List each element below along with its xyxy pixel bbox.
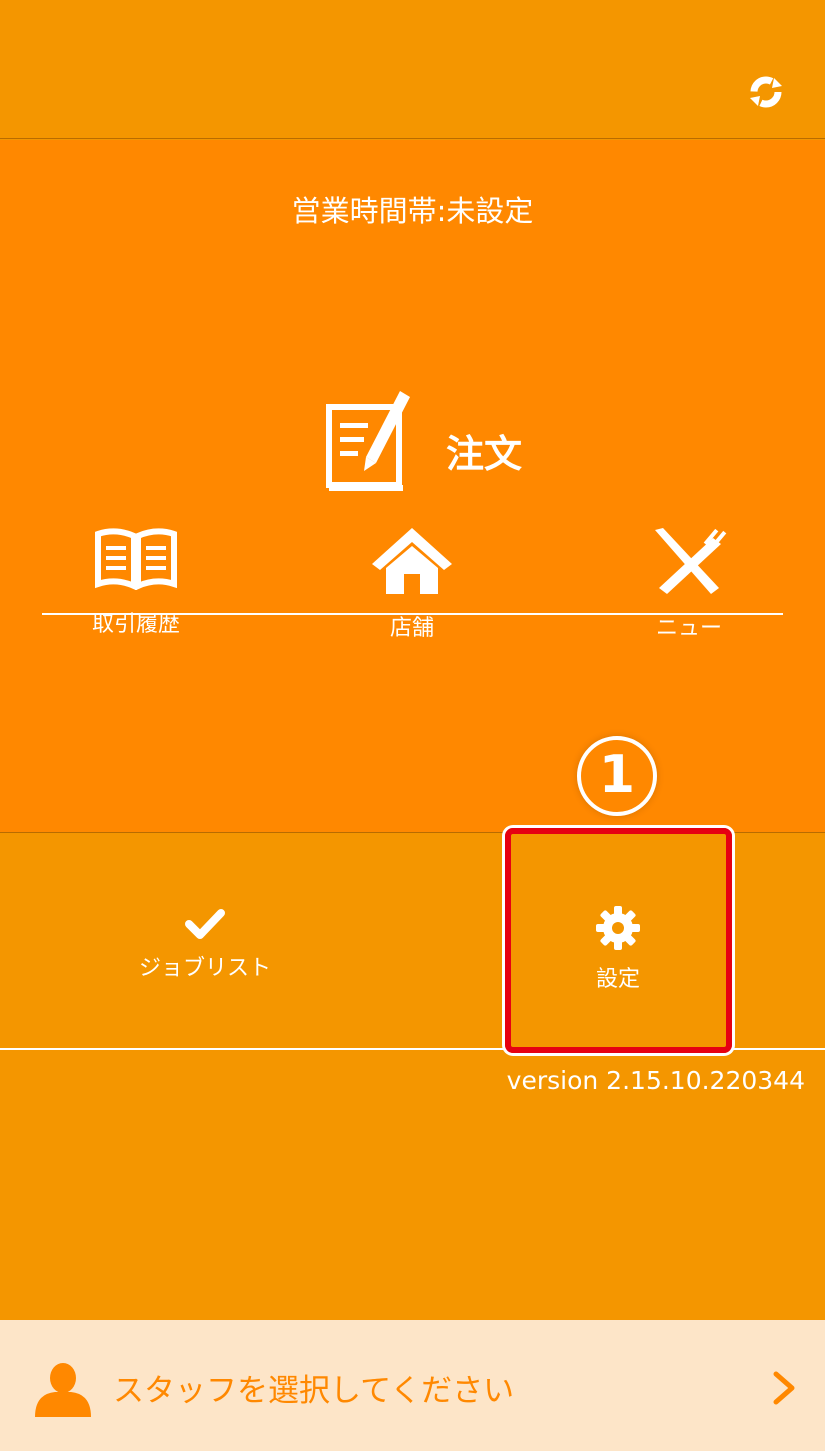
- settings-highlight-frame: [505, 828, 732, 1053]
- store-tile[interactable]: 店舗: [322, 528, 502, 648]
- job-list-label: ジョブリスト: [138, 956, 271, 981]
- store-label: 店舗: [389, 616, 434, 641]
- check-icon: [185, 909, 225, 939]
- fork-knife-icon: [655, 528, 727, 594]
- transaction-history-label: 取引履歴: [91, 612, 180, 637]
- staff-select-prompt: スタッフを選択してください: [113, 1373, 515, 1409]
- order-label: 注文: [446, 432, 523, 476]
- version-label: version 2.15.10.220344: [506, 1066, 805, 1095]
- main-panel: 営業時間帯:未設定 注文: [0, 140, 825, 832]
- job-list-button[interactable]: ジョブリスト: [105, 908, 305, 982]
- step-1-marker: 1: [577, 736, 657, 816]
- home-icon: [372, 528, 452, 594]
- menu-label: ニュー: [655, 616, 722, 641]
- staff-select-bar[interactable]: スタッフを選択してください: [0, 1320, 825, 1451]
- person-icon: [35, 1363, 91, 1417]
- transaction-history-tile[interactable]: 取引履歴: [46, 528, 226, 648]
- menu-tile[interactable]: ニュー: [599, 528, 779, 648]
- order-edit-icon: [326, 391, 410, 491]
- header-bar: [0, 0, 825, 139]
- order-button[interactable]: 注文: [320, 385, 560, 500]
- book-icon: [95, 528, 177, 590]
- refresh-icon[interactable]: [744, 70, 788, 114]
- business-hours-label: 営業時間帯:未設定: [291, 194, 534, 228]
- chevron-right-icon[interactable]: [770, 1370, 798, 1406]
